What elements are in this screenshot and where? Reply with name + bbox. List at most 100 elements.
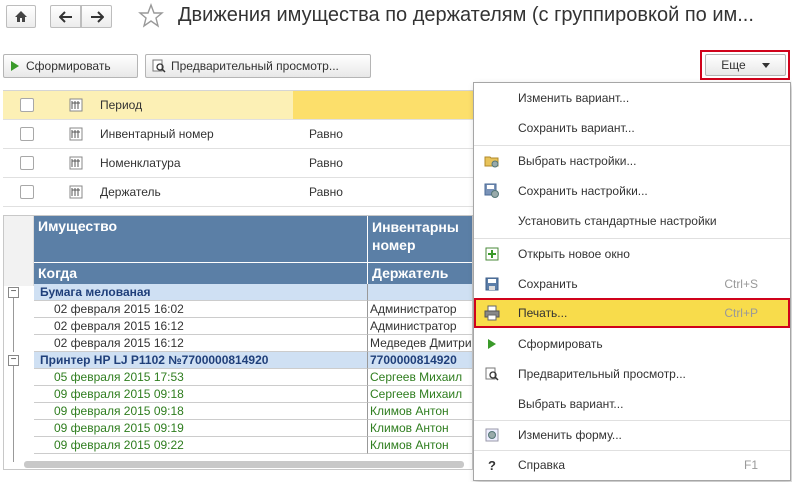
settings-condition: Равно <box>309 156 343 170</box>
menu-item-shortcut: F1 <box>743 458 758 472</box>
folder-gear-icon <box>484 153 500 169</box>
settings-condition: Равно <box>309 127 343 141</box>
group-name: Бумага мелованая <box>34 284 368 301</box>
more-button[interactable]: Еще <box>705 54 786 76</box>
menu-item-change-variant[interactable]: Изменить вариант... <box>474 83 790 113</box>
menu-item-save-variant[interactable]: Сохранить вариант... <box>474 113 790 143</box>
home-button[interactable] <box>6 5 36 28</box>
cell-holder: Климов Антон <box>368 420 472 437</box>
arrow-left-icon <box>58 10 72 23</box>
header-inventory-line1: Инвентарны <box>372 219 459 235</box>
period-checkbox[interactable] <box>20 98 34 112</box>
menu-item-choose-variant[interactable]: Выбрать вариант... <box>474 389 790 419</box>
table-row[interactable]: 02 февраля 2015 16:12 Администратор <box>34 318 472 335</box>
cell-when: 09 февраля 2015 09:18 <box>34 386 368 403</box>
collapse-group-1-button[interactable]: − <box>8 287 19 298</box>
menu-item-shortcut: Ctrl+S <box>724 277 758 291</box>
cell-holder: Администратор <box>368 301 472 318</box>
cell-when: 09 февраля 2015 09:18 <box>34 403 368 420</box>
preview-button[interactable]: Предварительный просмотр... <box>145 54 371 78</box>
back-button[interactable] <box>50 5 81 28</box>
cell-holder: Климов Антон <box>368 437 472 454</box>
holder-checkbox[interactable] <box>20 185 34 199</box>
menu-item-label: Изменить вариант... <box>518 91 630 105</box>
preview-icon <box>152 59 166 73</box>
menu-item-label: Выбрать вариант... <box>518 397 624 411</box>
report-table[interactable]: Имущество Инвентарны номер Когда Держате… <box>3 215 473 470</box>
settings-row-period[interactable]: Период <box>3 91 473 120</box>
menu-item-help[interactable]: ? Справка F1 <box>474 450 790 480</box>
floppy-icon <box>484 276 500 292</box>
group-code <box>368 284 472 301</box>
menu-item-generate[interactable]: Сформировать <box>474 329 790 359</box>
table-row[interactable]: 09 февраля 2015 09:22 Климов Антон <box>34 437 472 454</box>
menu-item-label: Изменить форму... <box>518 428 622 442</box>
group-code: 7700000814920 <box>368 352 472 369</box>
menu-item-preview[interactable]: Предварительный просмотр... <box>474 359 790 389</box>
menu-item-label: Предварительный просмотр... <box>518 367 686 381</box>
header-property: Имущество <box>34 216 368 262</box>
cell-when: 02 февраля 2015 16:02 <box>34 301 368 318</box>
table-row[interactable]: 09 февраля 2015 09:18 Сергеев Михаил <box>34 386 472 403</box>
group-row[interactable]: Бумага мелованая <box>34 284 472 301</box>
settings-label: Держатель <box>100 185 161 199</box>
dropdown-arrow-icon <box>761 62 770 68</box>
row-gutter <box>4 216 34 286</box>
more-menu: Изменить вариант... Сохранить вариант...… <box>473 82 791 481</box>
menu-item-label: Выбрать настройки... <box>518 154 637 168</box>
collapse-group-2-button[interactable]: − <box>8 355 19 366</box>
home-icon <box>15 11 27 22</box>
window-title: Движения имущества по держателям (с груп… <box>178 4 754 26</box>
generate-label: Сформировать <box>26 59 111 73</box>
menu-item-choose-settings[interactable]: Выбрать настройки... <box>474 146 790 176</box>
settings-row-nomenclature[interactable]: Номенклатура Равно <box>3 149 473 178</box>
settings-row-inventory[interactable]: Инвентарный номер Равно <box>3 120 473 149</box>
table-row[interactable]: 09 февраля 2015 09:18 Климов Антон <box>34 403 472 420</box>
more-label: Еще <box>721 58 746 72</box>
group-row[interactable]: Принтер HP LJ P1102 №7700000814920 77000… <box>34 352 472 369</box>
cell-when: 09 февраля 2015 09:22 <box>34 437 368 454</box>
generate-button[interactable]: Сформировать <box>3 54 138 78</box>
menu-item-label: Сформировать <box>518 337 603 351</box>
table-row[interactable]: 02 февраля 2015 16:02 Администратор <box>34 301 472 318</box>
cell-holder: Сергеев Михаил <box>368 369 472 386</box>
settings-label: Период <box>100 98 143 112</box>
tree-line <box>13 362 14 462</box>
header-holder: Держатель <box>368 262 472 284</box>
forward-button[interactable] <box>81 5 112 28</box>
new-window-icon <box>484 246 500 262</box>
table-row[interactable]: 02 февраля 2015 16:12 Медведев Дмитрий <box>34 335 472 352</box>
menu-item-label: Открыть новое окно <box>518 247 630 261</box>
menu-item-label: Сохранить <box>518 277 578 291</box>
menu-item-print[interactable]: Печать... Ctrl+P <box>474 298 790 328</box>
table-row[interactable]: 05 февраля 2015 17:53 Сергеев Михаил <box>34 369 472 386</box>
nomenclature-checkbox[interactable] <box>20 156 34 170</box>
period-value-field[interactable] <box>293 91 473 119</box>
header-inventory-number: Инвентарны номер <box>368 216 472 262</box>
horizontal-scrollbar[interactable] <box>24 461 464 468</box>
cell-holder: Медведев Дмитрий <box>368 335 472 352</box>
menu-item-save-settings[interactable]: Сохранить настройки... <box>474 176 790 206</box>
star-icon <box>138 3 164 28</box>
menu-item-label: Печать... <box>518 306 568 320</box>
menu-item-standard-settings[interactable]: Установить стандартные настройки <box>474 206 790 236</box>
favorite-star-button[interactable] <box>138 3 164 29</box>
menu-item-new-window[interactable]: Открыть новое окно <box>474 239 790 269</box>
settings-panel: Период Инвентарный номер Равно Номенклат… <box>3 90 473 208</box>
filter-field-icon <box>69 185 83 199</box>
menu-item-save[interactable]: Сохранить Ctrl+S <box>474 269 790 299</box>
settings-row-holder[interactable]: Держатель Равно <box>3 178 473 207</box>
arrow-right-icon <box>90 10 104 23</box>
menu-item-change-form[interactable]: Изменить форму... <box>474 420 790 450</box>
menu-item-label: Установить стандартные настройки <box>518 214 717 228</box>
header-inventory-line2: номер <box>372 237 416 253</box>
menu-item-label: Сохранить вариант... <box>518 121 635 135</box>
preview-icon <box>484 366 500 382</box>
cell-when: 09 февраля 2015 09:19 <box>34 420 368 437</box>
inventory-checkbox[interactable] <box>20 127 34 141</box>
cell-when: 02 февраля 2015 16:12 <box>34 318 368 335</box>
form-gear-icon <box>484 427 500 443</box>
table-row[interactable]: 09 февраля 2015 09:19 Климов Антон <box>34 420 472 437</box>
cell-when: 05 февраля 2015 17:53 <box>34 369 368 386</box>
menu-item-label: Справка <box>518 458 566 472</box>
